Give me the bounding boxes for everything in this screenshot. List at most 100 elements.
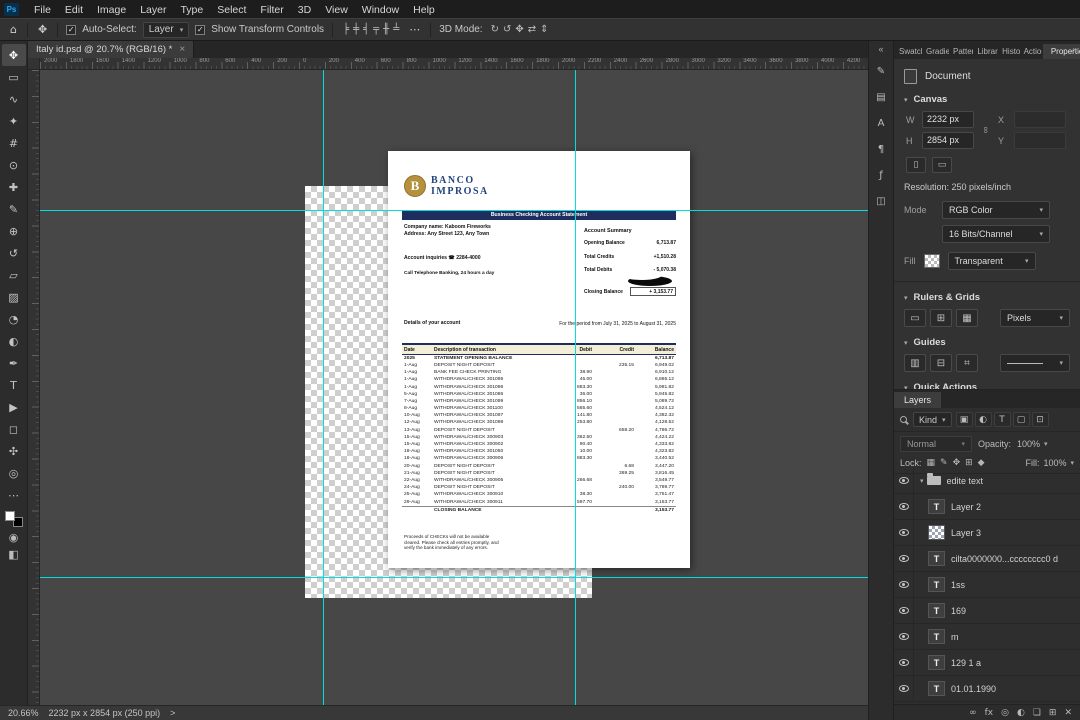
expand-group-icon[interactable]: ▾ <box>920 477 924 485</box>
quick-actions-section-header[interactable]: ▾ Quick Actions <box>904 382 1070 389</box>
text-layer-thumbnail[interactable]: T <box>928 551 945 566</box>
healing-brush-tool[interactable]: ✚ <box>2 176 26 198</box>
panel-tab-patterns[interactable]: Patterns <box>950 44 973 59</box>
panel-tab-actions[interactable]: Actions <box>1021 44 1042 59</box>
close-tab-icon[interactable]: × <box>179 44 185 55</box>
guide-vertical-1[interactable] <box>323 70 324 705</box>
3d-scale-icon[interactable]: ⇕ <box>538 24 550 35</box>
hand-tool[interactable]: ✣ <box>2 440 26 462</box>
text-layer-thumbnail[interactable]: T <box>928 629 945 644</box>
gradient-tool[interactable]: ▨ <box>2 286 26 308</box>
document-tab[interactable]: Italy id.psd @ 20.7% (RGB/16) * × <box>28 41 194 58</box>
visibility-toggle[interactable] <box>894 650 914 675</box>
more-options-icon[interactable]: ⋯ <box>407 23 422 36</box>
blur-tool[interactable]: ◔ <box>2 308 26 330</box>
clear-guides-icon[interactable]: ⌗ <box>956 354 978 372</box>
canvas-section-header[interactable]: ▾ Canvas <box>904 94 1070 105</box>
current-tool-icon[interactable]: ✥ <box>36 23 49 36</box>
menu-help[interactable]: Help <box>406 4 442 16</box>
lock-transparency-icon[interactable]: ▦ <box>926 458 937 468</box>
guide-vertical-2[interactable] <box>575 70 576 705</box>
adjustments-panel-icon[interactable]: ◫ <box>871 193 891 210</box>
auto-select-checkbox[interactable]: ✓ <box>66 25 76 35</box>
layer-row-169[interactable]: T169 <box>894 598 1080 624</box>
guide-horizontal-2[interactable] <box>40 577 868 578</box>
visibility-toggle[interactable] <box>894 624 914 649</box>
lasso-tool[interactable]: ∿ <box>2 88 26 110</box>
menu-edit[interactable]: Edit <box>58 4 90 16</box>
add-mask-icon[interactable]: ◎ <box>1001 708 1009 718</box>
horizontal-ruler[interactable]: 2000180016001400120010008006004002000200… <box>40 58 868 70</box>
layer-style-icon[interactable]: fx <box>985 708 994 718</box>
visibility-toggle[interactable] <box>894 572 914 597</box>
shape-tool[interactable]: ◻ <box>2 418 26 440</box>
visibility-toggle[interactable] <box>894 468 914 493</box>
panel-tab-history[interactable]: History <box>999 44 1019 59</box>
status-expand-icon[interactable]: > <box>170 708 175 718</box>
align-right-icon[interactable]: ╡ <box>361 24 371 35</box>
link-dimensions-icon[interactable]: ∞ <box>981 122 991 138</box>
visibility-toggle[interactable] <box>894 676 914 701</box>
align-left-icon[interactable]: ╞ <box>341 24 351 35</box>
menu-layer[interactable]: Layer <box>133 4 173 16</box>
canvas[interactable]: B BANCO IMPROSA Business Checking Accoun… <box>40 70 868 705</box>
filter-adjustment-layers-icon[interactable]: ◐ <box>975 412 992 427</box>
visibility-toggle[interactable] <box>894 546 914 571</box>
visibility-toggle[interactable] <box>894 520 914 545</box>
menu-3d[interactable]: 3D <box>291 4 318 16</box>
quick-selection-tool[interactable]: ✦ <box>2 110 26 132</box>
units-dropdown[interactable]: Pixels ▾ <box>1000 309 1070 327</box>
menu-select[interactable]: Select <box>210 4 253 16</box>
expand-panels-icon[interactable]: « <box>878 44 883 54</box>
ruler-toggle-icon[interactable]: ▭ <box>904 309 926 327</box>
color-swatches[interactable] <box>5 511 23 527</box>
foreground-color-swatch[interactable] <box>5 511 15 521</box>
collapse-panels-icon[interactable]: » <box>1073 45 1077 54</box>
filter-shape-layers-icon[interactable]: ▢ <box>1013 412 1030 427</box>
path-selection-tool[interactable]: ▶ <box>2 396 26 418</box>
lock-pixels-icon[interactable]: ✎ <box>939 458 949 468</box>
add-guide-icon[interactable]: ▥ <box>904 354 926 372</box>
zoom-level[interactable]: 20.66% <box>8 708 39 718</box>
3d-slide-icon[interactable]: ⇄ <box>526 24 538 35</box>
filter-smart-objects-icon[interactable]: ⊡ <box>1032 412 1049 427</box>
layer-fill-dropdown[interactable]: 100% ▾ <box>1043 458 1074 468</box>
fill-dropdown[interactable]: Transparent ▾ <box>948 252 1036 270</box>
clone-source-icon[interactable]: ▤ <box>871 89 891 106</box>
3d-orbit-icon[interactable]: ↻ <box>489 24 501 35</box>
text-layer-thumbnail[interactable]: T <box>928 603 945 618</box>
auto-select-dropdown[interactable]: Layer ▾ <box>143 22 190 38</box>
align-middle-icon[interactable]: ╫ <box>381 24 391 35</box>
layer-row-cilta0000000-cccccccc0-d[interactable]: Tcilta0000000...cccccccc0 d <box>894 546 1080 572</box>
align-bottom-icon[interactable]: ╧ <box>391 24 401 35</box>
color-mode-dropdown[interactable]: RGB Color ▾ <box>942 201 1050 219</box>
guides-section-header[interactable]: ▾ Guides <box>904 337 1070 348</box>
kind-filter-dropdown[interactable]: Kind ▾ <box>913 412 952 427</box>
text-layer-thumbnail[interactable]: T <box>928 681 945 696</box>
text-layer-thumbnail[interactable]: T <box>928 655 945 670</box>
screen-mode-icon[interactable]: ◧ <box>8 546 18 563</box>
marquee-tool[interactable]: ▭ <box>2 66 26 88</box>
history-brush-tool[interactable]: ↺ <box>2 242 26 264</box>
3d-roll-icon[interactable]: ↺ <box>501 24 513 35</box>
height-field[interactable]: 2854 px <box>922 132 974 149</box>
menu-window[interactable]: Window <box>355 4 406 16</box>
show-transform-checkbox[interactable]: ✓ <box>195 25 205 35</box>
adjustment-layer-icon[interactable]: ◐ <box>1017 708 1025 718</box>
dodge-tool[interactable]: ◐ <box>2 330 26 352</box>
brush-settings-icon[interactable]: ✎ <box>871 63 891 80</box>
menu-type[interactable]: Type <box>173 4 210 16</box>
align-center-horizontal-icon[interactable]: ╪ <box>351 24 361 35</box>
panel-tab-libraries[interactable]: Libraries <box>974 44 998 59</box>
delete-layer-icon[interactable]: ✕ <box>1064 708 1072 718</box>
snap-toggle-icon[interactable]: ▦ <box>956 309 978 327</box>
menu-file[interactable]: File <box>27 4 58 16</box>
brush-tool[interactable]: ✎ <box>2 198 26 220</box>
width-field[interactable]: 2232 px <box>922 111 974 128</box>
visibility-toggle[interactable] <box>894 494 914 519</box>
vertical-ruler[interactable] <box>28 70 40 705</box>
lock-all-icon[interactable]: ◆ <box>977 458 986 468</box>
link-layers-icon[interactable]: ∞ <box>969 708 977 718</box>
menu-filter[interactable]: Filter <box>253 4 290 16</box>
layer-row-01-01-1990[interactable]: T01.01.1990 <box>894 676 1080 702</box>
